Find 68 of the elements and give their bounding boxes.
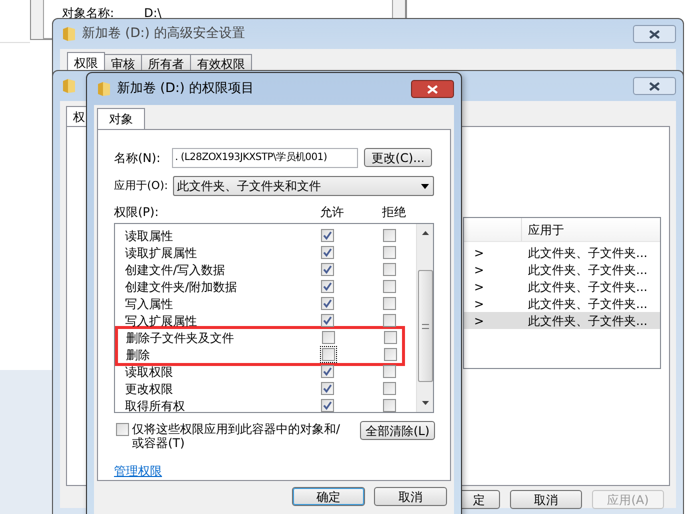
close-icon — [649, 82, 660, 90]
permission-name: 读取权限 — [124, 364, 174, 380]
column-header: 应用于 — [527, 222, 564, 238]
folder-icon — [97, 81, 111, 97]
column-header: 拒绝 — [382, 204, 406, 221]
allow-checkbox[interactable] — [319, 227, 336, 244]
tab[interactable]: 对象 — [97, 108, 145, 129]
close-icon — [649, 30, 660, 38]
allow-checkbox[interactable] — [319, 295, 336, 312]
allow-checkbox[interactable] — [319, 244, 336, 261]
field-value: D:\ — [144, 5, 162, 22]
deny-checkbox[interactable] — [381, 380, 398, 397]
deny-checkbox[interactable] — [381, 312, 398, 329]
close-button[interactable] — [411, 80, 454, 98]
dialog-button[interactable]: 取消 — [510, 490, 582, 509]
permission-name: 创建文件/写入数据 — [124, 262, 226, 278]
field-label: 应用于(O): — [114, 178, 169, 194]
deny-checkbox[interactable] — [381, 278, 398, 295]
allow-checkbox[interactable] — [319, 312, 336, 329]
allow-checkbox[interactable] — [320, 329, 337, 346]
permission-name: 读取扩展属性 — [124, 244, 198, 262]
field-label: 对象名称: — [62, 5, 114, 22]
column-header: 允许 — [320, 204, 345, 221]
change-button[interactable]: 更改(C)... — [364, 148, 432, 167]
dialog-button[interactable]: 确定 — [292, 487, 365, 506]
permission-name: 取得所有权 — [124, 398, 186, 414]
close-icon — [427, 84, 438, 94]
allow-checkbox[interactable] — [319, 380, 336, 397]
allow-checkbox[interactable] — [319, 261, 336, 278]
deny-checkbox[interactable] — [381, 244, 398, 261]
deny-checkbox[interactable] — [381, 397, 398, 414]
allow-checkbox[interactable] — [319, 397, 336, 414]
scroll-up-icon[interactable] — [422, 231, 428, 235]
scrollbar[interactable] — [416, 224, 433, 412]
clear-all-button[interactable]: 全部清除(L) — [360, 421, 435, 440]
manage-permissions-link[interactable]: 管理权限 — [114, 462, 162, 480]
close-button[interactable] — [633, 25, 676, 43]
window-title: 新加卷 (D:) 的高级安全设置 — [82, 25, 245, 44]
close-button[interactable] — [633, 77, 676, 95]
permission-name: 写入扩展属性 — [124, 312, 198, 330]
deny-checkbox[interactable] — [381, 295, 398, 312]
permission-name: 创建文件夹/附加数据 — [124, 278, 238, 296]
allow-checkbox[interactable] — [319, 278, 336, 295]
permission-name: 更改权限 — [124, 380, 174, 398]
window-title: 新加卷 (D:) 的权限项目 — [117, 80, 254, 98]
deny-checkbox[interactable] — [382, 346, 399, 363]
allow-checkbox[interactable] — [320, 346, 337, 363]
field-label: 权限(P): — [114, 204, 160, 221]
folder-icon — [62, 78, 76, 94]
deny-checkbox[interactable] — [381, 261, 398, 278]
scroll-down-icon[interactable] — [422, 401, 428, 405]
deny-checkbox[interactable] — [381, 227, 398, 244]
caret-icon — [421, 184, 429, 188]
folder-icon — [62, 26, 76, 42]
permission-name: 删除子文件夹及文件 — [125, 330, 235, 346]
deny-checkbox[interactable] — [382, 329, 399, 346]
permission-name: 读取属性 — [124, 228, 174, 244]
name-field[interactable]: . (L28ZOX193JKXSTP\学员机001) — [172, 148, 358, 168]
field-label: 名称(N): — [114, 150, 162, 166]
permission-name: 删除 — [125, 346, 151, 364]
checkbox-label: 仅将这些权限应用到此容器中的对象和/或容器(T) — [132, 422, 342, 450]
apply-dropdown[interactable]: 此文件夹、子文件夹和文件 — [173, 176, 434, 196]
checkbox[interactable] — [114, 421, 131, 438]
dialog-button[interactable]: 取消 — [374, 487, 447, 506]
table-row[interactable]: > 此文件夹、子文件夹... — [464, 312, 660, 329]
allow-checkbox[interactable] — [319, 363, 336, 380]
deny-checkbox[interactable] — [381, 363, 398, 380]
permission-name: 写入属性 — [124, 296, 174, 312]
